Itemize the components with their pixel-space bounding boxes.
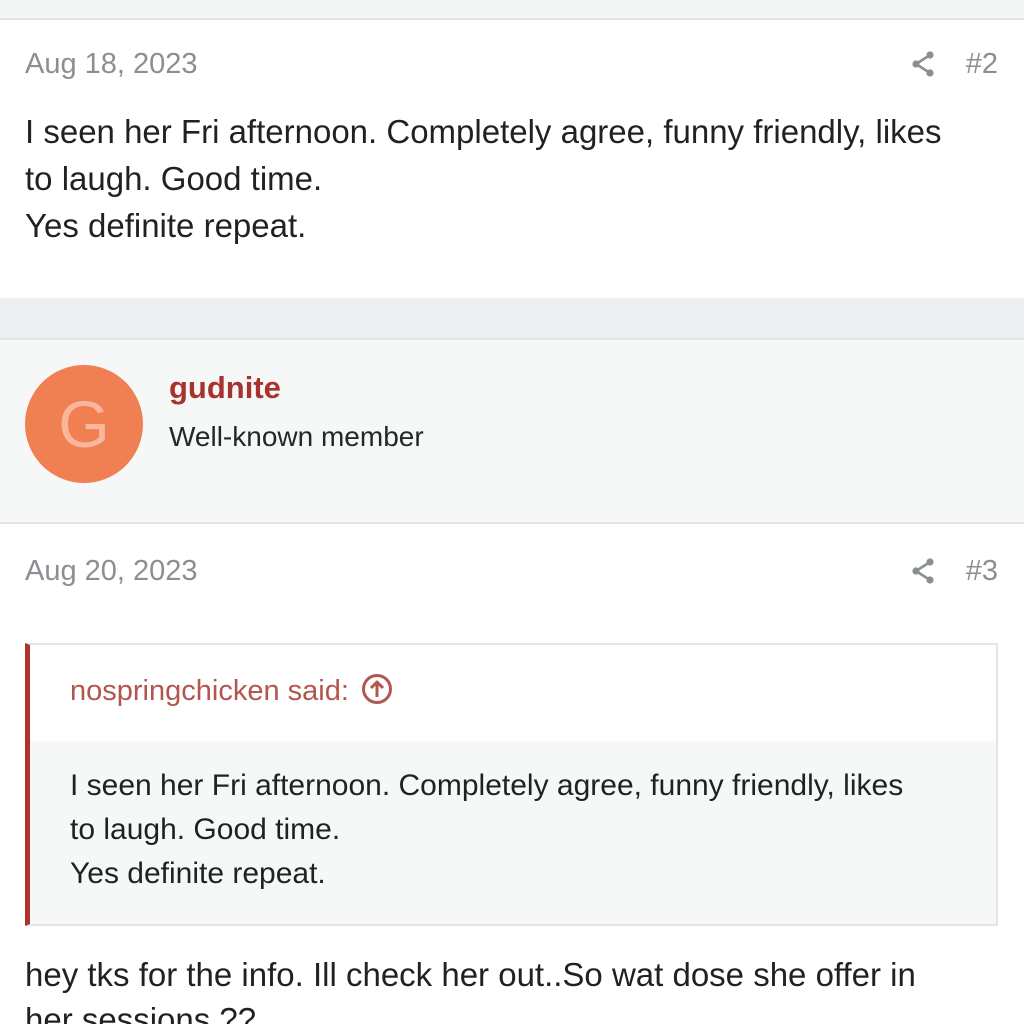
post-message: hey tks for the info. Ill check her out.… <box>25 952 984 1024</box>
post-actions: #2 <box>910 48 998 81</box>
message-line: I seen her Fri afternoon. Completely agr… <box>25 113 942 150</box>
message-line: Yes definite repeat. <box>25 207 307 244</box>
avatar[interactable]: G <box>25 365 143 483</box>
quote-line: to laugh. Good time. <box>70 813 341 846</box>
post-3: Aug 20, 2023 #3 nospringchicken said: I … <box>0 524 1024 1024</box>
post-separator <box>0 298 1024 338</box>
thread-page: Aug 18, 2023 #2 I seen her Fri afternoon… <box>0 0 1024 1024</box>
quote-line: Yes definite repeat. <box>70 857 326 890</box>
share-icon[interactable] <box>910 50 936 78</box>
post-meta: Aug 18, 2023 #2 <box>25 44 998 84</box>
share-icon[interactable] <box>910 557 936 585</box>
post-number-link[interactable]: #3 <box>966 555 998 588</box>
quote-header[interactable]: nospringchicken said: <box>70 673 393 710</box>
quote-author[interactable]: nospringchicken said: <box>70 675 349 708</box>
post-meta: Aug 20, 2023 #3 <box>25 551 998 591</box>
previous-post-edge <box>0 0 1024 20</box>
post-number-link[interactable]: #2 <box>966 48 998 81</box>
post-message: I seen her Fri afternoon. Completely agr… <box>25 108 984 249</box>
message-line: hey tks for the info. Ill check her out.… <box>25 956 916 993</box>
message-line: to laugh. Good time. <box>25 160 323 197</box>
avatar-letter: G <box>58 387 110 461</box>
quote-line: I seen her Fri afternoon. Completely agr… <box>70 769 904 802</box>
message-line: her sessions ?? <box>25 1001 257 1024</box>
user-title: Well-known member <box>169 421 424 452</box>
quote-block: nospringchicken said: I seen her Fri aft… <box>25 643 998 926</box>
post-date[interactable]: Aug 20, 2023 <box>25 555 198 588</box>
post-actions: #3 <box>910 555 998 588</box>
post-3-user-header: G gudnite Well-known member <box>0 338 1024 524</box>
post-2: Aug 18, 2023 #2 I seen her Fri afternoon… <box>0 20 1024 298</box>
quote-content: I seen her Fri afternoon. Completely agr… <box>30 741 996 924</box>
post-date[interactable]: Aug 18, 2023 <box>25 48 198 81</box>
arrow-up-circle-icon[interactable] <box>361 673 393 710</box>
username-link[interactable]: gudnite <box>169 370 281 406</box>
